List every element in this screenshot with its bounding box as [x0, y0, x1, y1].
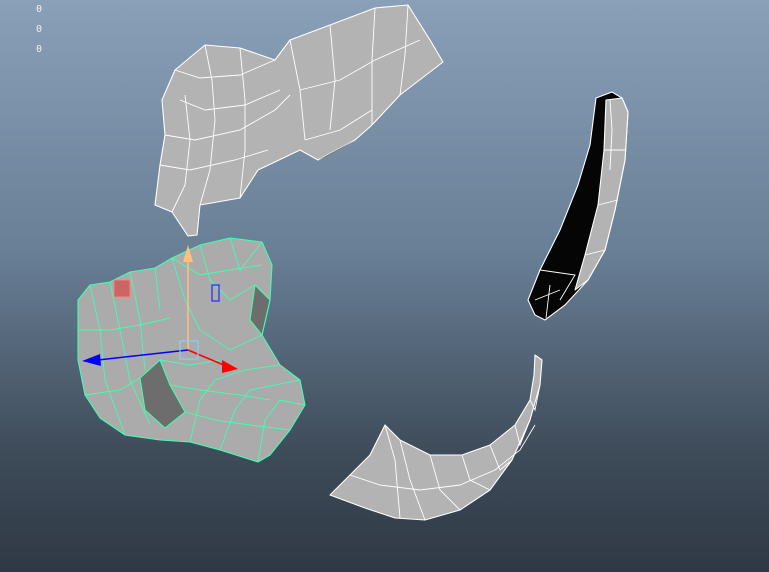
face-highlight-red	[113, 279, 131, 298]
mesh-right-strip[interactable]	[527, 91, 629, 321]
mesh-bottom-curve[interactable]	[329, 354, 543, 521]
mesh-selected-hand[interactable]	[77, 237, 306, 463]
scene-canvas[interactable]	[0, 0, 769, 572]
mesh-top-piece[interactable]	[154, 4, 444, 237]
3d-viewport[interactable]: 0 0 0	[0, 0, 769, 572]
